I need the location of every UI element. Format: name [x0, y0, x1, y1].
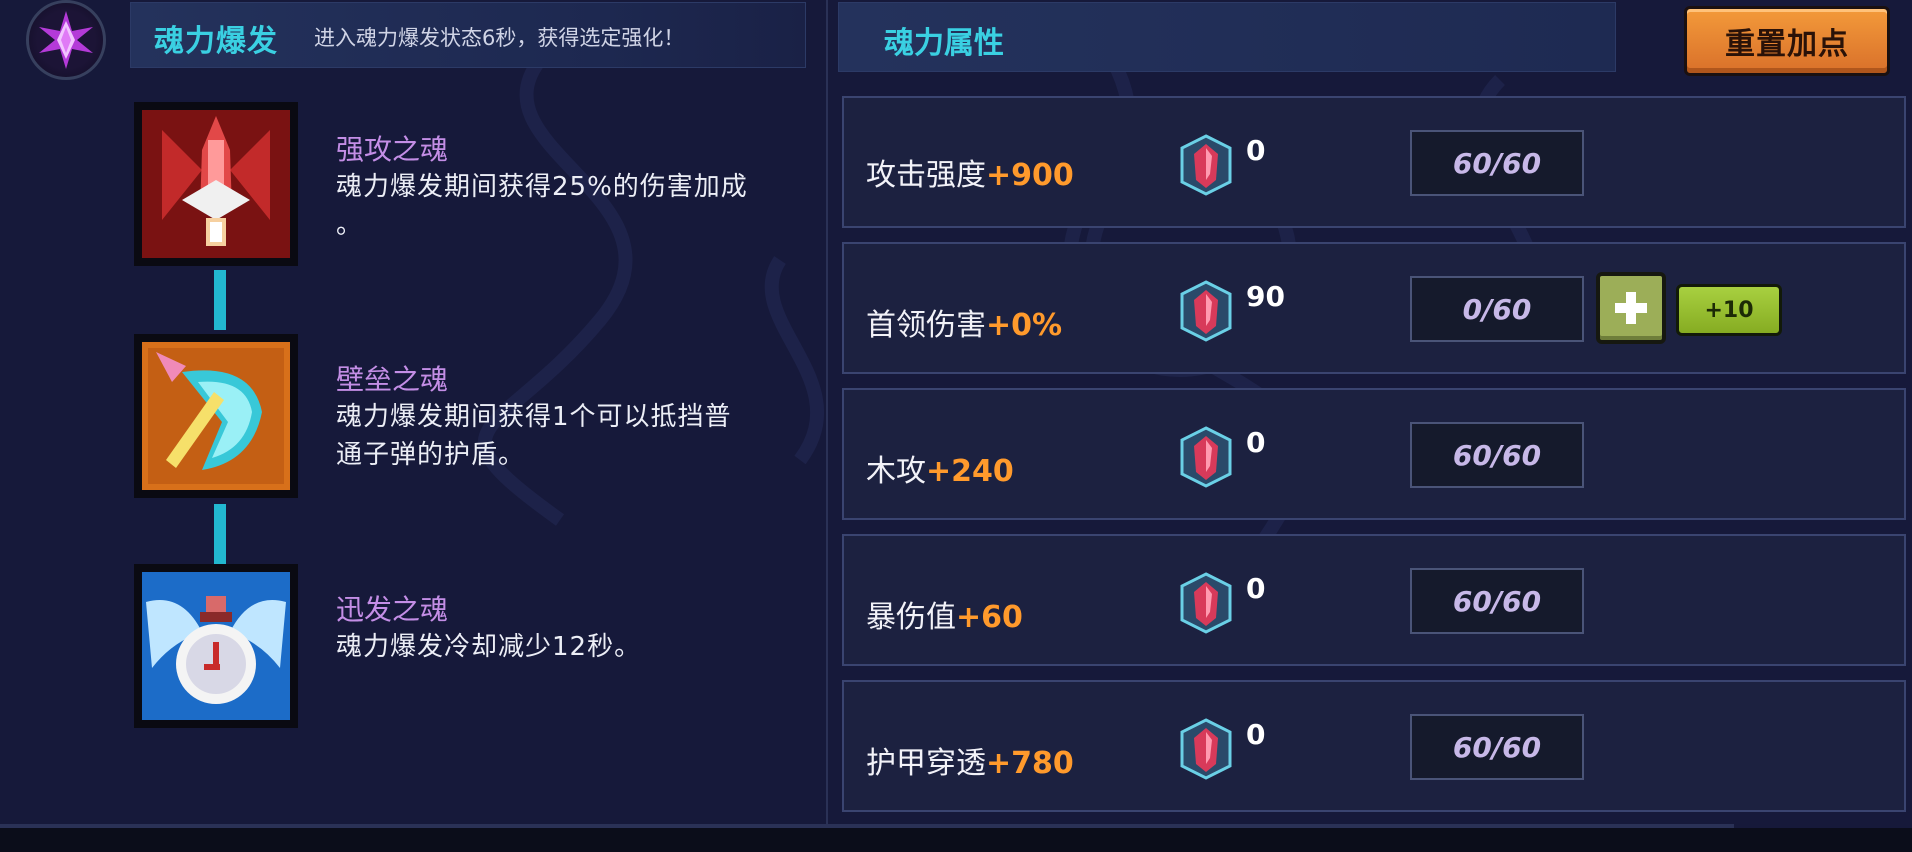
attribute-label: 木攻+240	[866, 446, 1014, 490]
soul-crystal-icon	[1180, 426, 1232, 488]
attribute-name: 木攻	[866, 454, 926, 489]
skill-name: 迅发之魂	[336, 593, 449, 626]
attribute-row-armor-penetration: 护甲穿透+780 0 60/60	[842, 680, 1906, 812]
skill-description-line: 魂力爆发冷却减少12秒。	[336, 632, 642, 662]
burst-badge	[26, 0, 106, 80]
add-ten-points-button[interactable]: +10	[1676, 284, 1782, 336]
attribute-bonus: +900	[986, 158, 1074, 193]
burst-description: 进入魂力爆发状态6秒，获得选定强化！	[314, 26, 685, 50]
attribute-label: 首领伤害+0%	[866, 300, 1062, 344]
attribute-level: 60/60	[1410, 714, 1584, 780]
plus-icon	[1615, 292, 1647, 324]
attribute-level: 60/60	[1410, 422, 1584, 488]
attribute-row-boss-damage: 首领伤害+0% 90 0/60 +10	[842, 242, 1906, 374]
soul-crystal-icon	[1180, 718, 1232, 780]
purple-crystal-star-icon	[39, 11, 93, 69]
attribute-level: 60/60	[1410, 130, 1584, 196]
attribute-level: 0/60	[1410, 276, 1584, 342]
orange-shield-icon	[142, 342, 290, 490]
attribute-level: 60/60	[1410, 568, 1584, 634]
attribute-cost: 0	[1246, 718, 1266, 751]
attribute-bonus: +60	[956, 600, 1023, 635]
attributes-title: 魂力属性	[884, 26, 1004, 61]
attribute-cost: 0	[1246, 572, 1266, 605]
soul-crystal-icon	[1180, 572, 1232, 634]
skill-connector	[214, 504, 226, 564]
attribute-label: 攻击强度+900	[866, 150, 1074, 194]
attribute-cost: 90	[1246, 280, 1285, 313]
skill-name: 强攻之魂	[336, 133, 449, 166]
attribute-row-crit-damage: 暴伤值+60 0 60/60	[842, 534, 1906, 666]
attribute-bonus: +240	[926, 454, 1014, 489]
soul-crystal-icon	[1180, 134, 1232, 196]
attribute-cost: 0	[1246, 426, 1266, 459]
skill-connector	[214, 270, 226, 330]
red-rocket-icon	[142, 110, 290, 258]
attribute-name: 攻击强度	[866, 158, 986, 193]
attribute-name: 暴伤值	[866, 600, 956, 635]
skill-description-line: 魂力爆发期间获得25%的伤害加成	[336, 172, 748, 202]
soul-crystal-icon	[1180, 280, 1232, 342]
skill-description: 魂力爆发期间获得1个可以抵挡普 通子弹的护盾。	[336, 398, 812, 474]
attribute-label: 护甲穿透+780	[866, 738, 1074, 782]
add-point-button[interactable]	[1596, 272, 1666, 344]
skill-description-line: 魂力爆发期间获得1个可以抵挡普	[336, 402, 732, 432]
skill-name: 壁垒之魂	[336, 363, 449, 396]
burst-title: 魂力爆发	[154, 24, 278, 59]
attribute-name: 首领伤害	[866, 308, 986, 343]
panel-divider	[826, 0, 828, 824]
attribute-bonus: +0%	[986, 308, 1063, 343]
reset-points-button[interactable]: 重置加点	[1684, 6, 1890, 76]
skill-description-line: 通子弹的护盾。	[336, 440, 526, 470]
attribute-row-wood-attack: 木攻+240 0 60/60	[842, 388, 1906, 520]
attribute-row-attack-power: 攻击强度+900 0 60/60	[842, 96, 1906, 228]
skill-description: 魂力爆发冷却减少12秒。	[336, 628, 812, 666]
attribute-name: 护甲穿透	[866, 746, 986, 781]
bottom-bar	[0, 828, 1912, 852]
blue-winged-clock-icon	[142, 572, 290, 720]
skill-description-line: 。	[336, 210, 364, 240]
skill-icon-bulwark[interactable]	[134, 334, 298, 498]
skill-icon-swift[interactable]	[134, 564, 298, 728]
skill-description: 魂力爆发期间获得25%的伤害加成 。	[336, 168, 812, 244]
attribute-label: 暴伤值+60	[866, 592, 1023, 636]
skill-icon-assault[interactable]	[134, 102, 298, 266]
attribute-bonus: +780	[986, 746, 1074, 781]
attribute-cost: 0	[1246, 134, 1266, 167]
